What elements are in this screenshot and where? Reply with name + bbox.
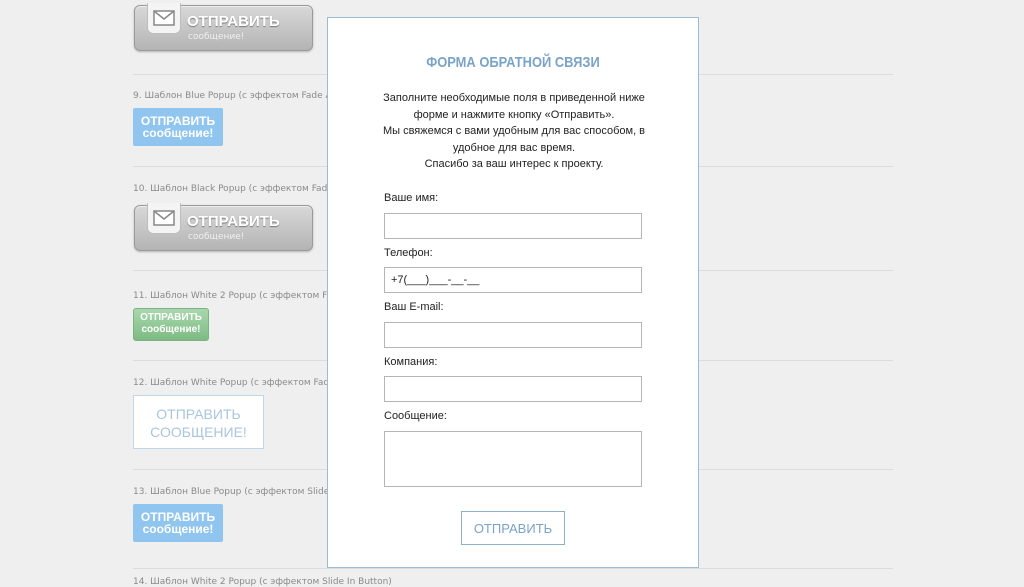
button-subtitle: сообщение! [188, 232, 245, 242]
send-message-button-blue-slide[interactable]: ОТПРАВИТЬ сообщение! [133, 504, 223, 542]
company-input[interactable] [384, 376, 642, 402]
button-title: ОТПРАВИТЬ [187, 13, 280, 30]
send-message-button-green[interactable]: ОТПРАВИТЬ сообщение! [133, 308, 209, 341]
popup-title: ФОРМА ОБРАТНОЙ СВЯЗИ [426, 54, 600, 71]
template-label: 11. Шаблон White 2 Popup (с эффектом Fad… [133, 291, 344, 301]
template-label: 12. Шаблон White Popup (с эффектом Fade … [133, 378, 344, 388]
envelope-icon [147, 3, 181, 34]
button-line: ОТПРАВИТЬ [140, 312, 202, 323]
button-line: сообщение! [142, 522, 214, 536]
name-label: Ваше имя: [384, 192, 439, 204]
template-label: 14. Шаблон White 2 Popup (с эффектом Sli… [133, 577, 392, 587]
phone-label: Телефон: [384, 247, 433, 259]
envelope-icon [147, 203, 181, 234]
button-line: сообщение! [142, 126, 214, 140]
name-input[interactable] [384, 213, 642, 239]
intro-line: Спасибо за ваш интерес к проекту. [424, 158, 604, 170]
message-label: Сообщение: [384, 410, 447, 422]
send-message-button-white[interactable]: ОТПРАВИТЬ СООБЩЕНИЕ! [133, 395, 264, 449]
submit-button[interactable]: ОТПРАВИТЬ [461, 511, 565, 545]
template-label: 10. Шаблон Black Popup (с эффектом Fade … [133, 184, 342, 194]
message-textarea[interactable] [384, 431, 642, 487]
email-label: Ваш E-mail: [384, 301, 444, 313]
intro-line: Мы свяжемся с вами удобным для вас спосо… [382, 125, 646, 137]
intro-line: Заполните необходимые поля в приведенной… [383, 92, 645, 104]
send-message-button-gray[interactable]: ОТПРАВИТЬ сообщение! [134, 3, 313, 51]
template-label: 9. Шаблон Blue Popup (с эффектом Fade An… [133, 91, 344, 101]
button-line: ОТПРАВИТЬ [156, 406, 241, 422]
divider [133, 568, 893, 569]
button-title: ОТПРАВИТЬ [187, 213, 280, 230]
intro-line: удобное для вас время. [452, 141, 576, 154]
phone-input[interactable] [384, 267, 642, 293]
send-message-button-black[interactable]: ОТПРАВИТЬ сообщение! [134, 203, 313, 251]
send-message-button-blue[interactable]: ОТПРАВИТЬ сообщение! [133, 108, 223, 146]
button-line: СООБЩЕНИЕ! [150, 424, 247, 440]
feedback-form-popup: ФОРМА ОБРАТНОЙ СВЯЗИ Заполните необходим… [327, 17, 699, 568]
company-label: Компания: [384, 356, 438, 368]
template-label: 13. Шаблон Blue Popup (с эффектом Slide … [133, 487, 341, 497]
button-line: сообщение! [141, 324, 201, 335]
intro-line: форме и нажмите кнопку «Отправить». [413, 108, 615, 121]
email-input[interactable] [384, 322, 642, 348]
button-subtitle: сообщение! [188, 32, 245, 42]
popup-intro: Заполните необходимые поля в приведенной… [368, 90, 660, 173]
